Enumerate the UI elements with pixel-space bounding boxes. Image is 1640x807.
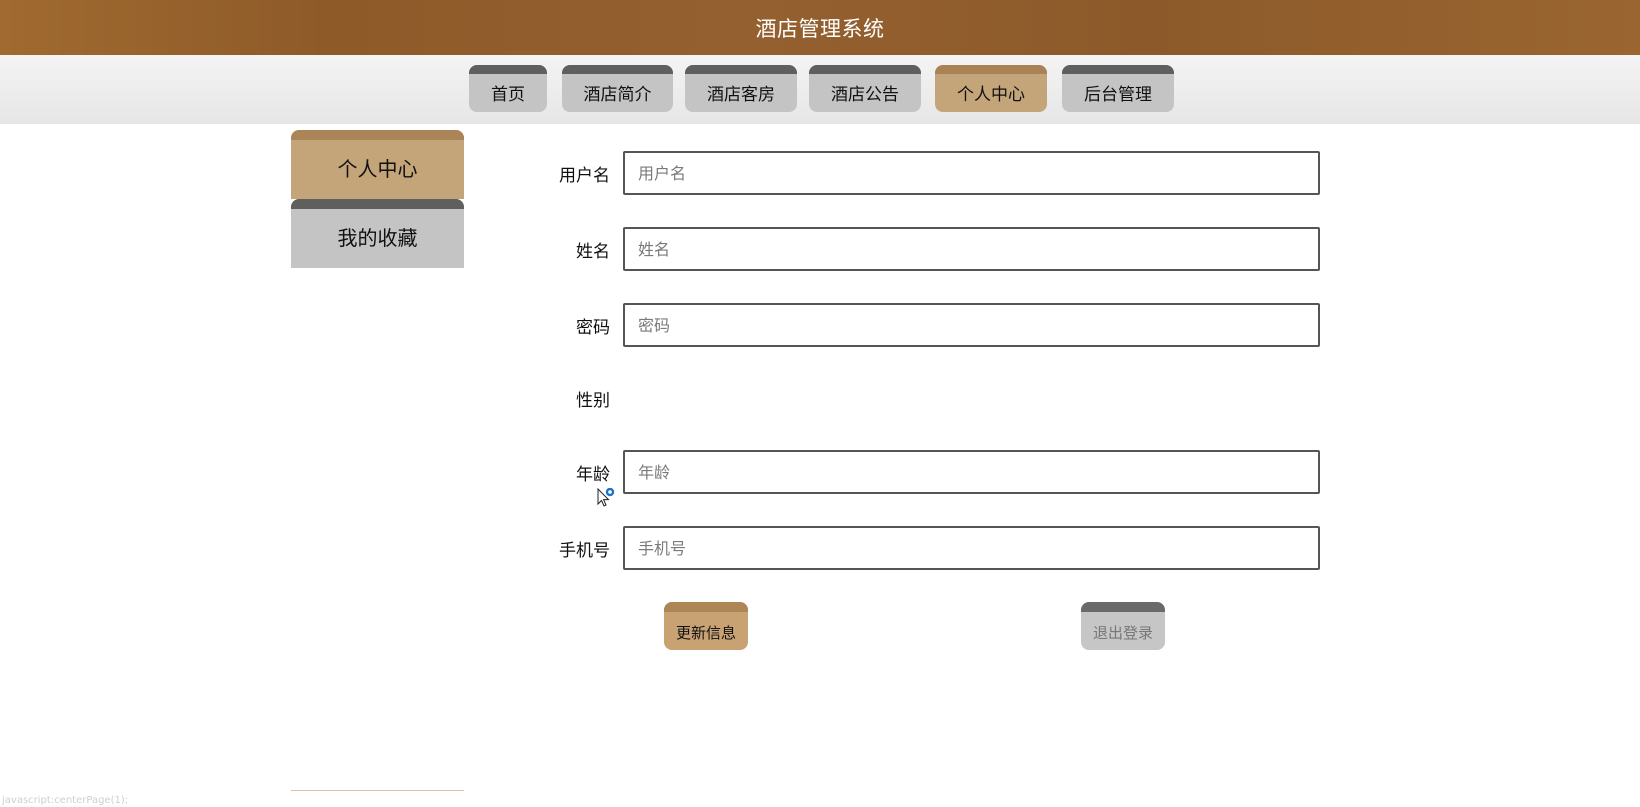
gender-row: 性别	[540, 376, 1320, 420]
phone-input[interactable]	[623, 526, 1320, 570]
name-input[interactable]	[623, 227, 1320, 271]
tab-hotel-rooms[interactable]: 酒店客房	[685, 65, 797, 112]
name-row: 姓名	[540, 227, 1320, 271]
sidebar-divider	[291, 790, 464, 791]
phone-row: 手机号	[540, 526, 1320, 570]
username-input[interactable]	[623, 151, 1320, 195]
username-label: 用户名	[559, 165, 610, 186]
app-header: 酒店管理系统	[0, 0, 1640, 55]
tab-home[interactable]: 首页	[469, 65, 547, 112]
age-input[interactable]	[623, 450, 1320, 494]
age-row: 年龄	[540, 450, 1320, 494]
sidebar-item-personal-center[interactable]: 个人中心	[291, 130, 464, 199]
logout-button[interactable]: 退出登录	[1081, 602, 1165, 650]
tab-hotel-notices[interactable]: 酒店公告	[809, 65, 921, 112]
name-label: 姓名	[576, 241, 610, 262]
tab-hotel-intro[interactable]: 酒店简介	[562, 65, 673, 112]
password-label: 密码	[576, 317, 610, 338]
app-title: 酒店管理系统	[755, 16, 885, 41]
sidebar: 个人中心 我的收藏	[291, 130, 464, 268]
phone-label: 手机号	[559, 540, 610, 561]
password-row: 密码	[540, 303, 1320, 347]
update-info-button[interactable]: 更新信息	[664, 602, 748, 650]
tab-personal-center[interactable]: 个人中心	[935, 65, 1047, 112]
sidebar-item-favorites[interactable]: 我的收藏	[291, 199, 464, 268]
password-input[interactable]	[623, 303, 1320, 347]
tab-admin[interactable]: 后台管理	[1062, 65, 1174, 112]
status-bar-url: javascript:centerPage(1);	[2, 795, 129, 806]
mouse-cursor-icon	[597, 488, 615, 507]
gender-label: 性别	[576, 390, 610, 411]
main-nav: 首页 酒店简介 酒店客房 酒店公告 个人中心 后台管理	[0, 55, 1640, 124]
username-row: 用户名	[540, 151, 1320, 195]
